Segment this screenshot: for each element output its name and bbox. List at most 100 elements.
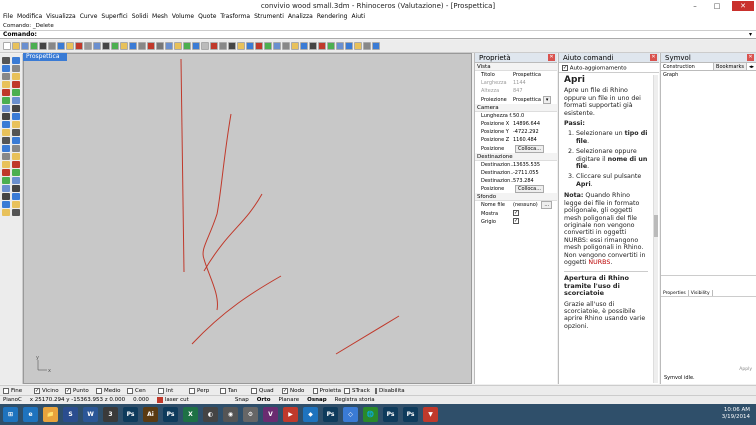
osnap-tan[interactable]: Tan <box>217 387 248 394</box>
toolbar-tool-icon[interactable] <box>255 42 263 50</box>
left-tool-icon[interactable] <box>2 89 10 96</box>
osnap-checkbox[interactable] <box>251 387 257 394</box>
planar-toggle[interactable]: Planare <box>279 397 300 403</box>
left-tool-icon[interactable] <box>2 137 10 144</box>
taskbar-app-icon[interactable]: 🌐 <box>363 407 378 422</box>
osnap-checkbox[interactable] <box>189 387 195 394</box>
tab-visibility[interactable]: Visibility <box>689 290 713 296</box>
toolbar-tool-icon[interactable] <box>210 42 218 50</box>
property-value[interactable]: 14896.644 <box>513 120 557 128</box>
toolbar-tool-icon[interactable] <box>111 42 119 50</box>
menu-item-trasforma[interactable]: Trasforma <box>220 12 250 22</box>
toolbar-tool-icon[interactable] <box>183 42 191 50</box>
toolbar-tool-icon[interactable] <box>66 42 74 50</box>
toolbar-tool-icon[interactable] <box>48 42 56 50</box>
left-tool-icon[interactable] <box>2 161 10 168</box>
menu-item-strumenti[interactable]: Strumenti <box>254 12 284 22</box>
left-tool-icon[interactable] <box>2 177 10 184</box>
osnap-checkbox[interactable] <box>96 387 102 394</box>
left-tool-icon[interactable] <box>2 209 10 216</box>
minimize-button[interactable]: – <box>688 0 702 12</box>
osnap-proietta[interactable]: Proietta <box>310 387 341 394</box>
left-tool-icon[interactable] <box>12 105 20 112</box>
property-value[interactable]: 50.0 <box>513 112 557 120</box>
osnap-toggle[interactable]: Osnap <box>307 397 327 403</box>
ortho-toggle[interactable]: Orto <box>257 397 271 403</box>
snap-toggle[interactable]: Snap <box>235 397 249 403</box>
left-tool-icon[interactable] <box>2 129 10 136</box>
left-tool-icon[interactable] <box>2 121 10 128</box>
property-value[interactable]: Prospettica <box>513 71 557 79</box>
auto-update-checkbox[interactable]: ✓ <box>562 65 568 71</box>
left-tool-icon[interactable] <box>12 73 20 80</box>
toolbar-tool-icon[interactable] <box>30 42 38 50</box>
osnap-checkbox[interactable]: ✓ <box>282 387 288 394</box>
taskbar-app-icon[interactable]: ◉ <box>223 407 238 422</box>
toolbar-tool-icon[interactable] <box>39 42 47 50</box>
toolbar-tool-icon[interactable] <box>201 42 209 50</box>
show-checkbox[interactable]: ✓ <box>513 210 519 217</box>
chevron-down-icon[interactable]: ▾ <box>542 95 552 104</box>
taskbar-app-icon[interactable]: ◆ <box>303 407 318 422</box>
toolbar-tool-icon[interactable] <box>75 42 83 50</box>
toolbar-tool-icon[interactable] <box>291 42 299 50</box>
construction-graph-area[interactable] <box>661 71 756 276</box>
menu-item-visualizza[interactable]: Visualizza <box>46 12 76 22</box>
left-tool-icon[interactable] <box>12 57 20 64</box>
taskbar-app-icon[interactable]: ◇ <box>343 407 358 422</box>
toolbar-tool-icon[interactable] <box>300 42 308 50</box>
left-tool-icon[interactable] <box>12 65 20 72</box>
menu-item-rendering[interactable]: Rendering <box>317 12 348 22</box>
osnap-medio[interactable]: Medio <box>93 387 124 394</box>
toolbar-tool-icon[interactable] <box>363 42 371 50</box>
toolbar-tool-icon[interactable] <box>219 42 227 50</box>
help-scrollbar[interactable] <box>653 75 658 383</box>
toolbar-tool-icon[interactable] <box>147 42 155 50</box>
left-tool-icon[interactable] <box>2 81 10 88</box>
toolbar-tool-icon[interactable] <box>156 42 164 50</box>
left-tool-icon[interactable] <box>2 169 10 176</box>
left-tool-icon[interactable] <box>12 193 20 200</box>
left-tool-icon[interactable] <box>2 97 10 104</box>
left-tool-icon[interactable] <box>2 65 10 72</box>
toolbar-tool-icon[interactable] <box>372 42 380 50</box>
toolbar-tool-icon[interactable] <box>264 42 272 50</box>
apply-button[interactable]: Apply <box>661 367 756 372</box>
toolbar-tool-icon[interactable] <box>138 42 146 50</box>
menu-item-analizza[interactable]: Analizza <box>288 12 313 22</box>
left-tool-icon[interactable] <box>12 121 20 128</box>
osnap-checkbox[interactable]: ✓ <box>34 387 40 394</box>
menu-item-volume[interactable]: Volume <box>172 12 194 22</box>
left-tool-icon[interactable] <box>2 185 10 192</box>
viewport-perspective[interactable]: y x <box>23 53 472 384</box>
osnap-fine[interactable]: Fine <box>0 387 31 394</box>
left-tool-icon[interactable] <box>2 201 10 208</box>
toolbar-tool-icon[interactable] <box>327 42 335 50</box>
osnap-quad[interactable]: Quad <box>248 387 279 394</box>
left-tool-icon[interactable] <box>2 145 10 152</box>
browse-button[interactable]: ... <box>541 201 553 210</box>
menu-item-superfici[interactable]: Superfici <box>101 12 127 22</box>
property-value[interactable]: 13635.535 <box>513 161 557 169</box>
taskbar-app-icon[interactable]: 📁 <box>43 407 58 422</box>
toolbar-tool-icon[interactable] <box>354 42 362 50</box>
menu-item-modifica[interactable]: Modifica <box>17 12 42 22</box>
property-value[interactable]: Prospettica ▾ <box>513 95 557 104</box>
chevron-down-icon[interactable]: ▾ <box>749 31 752 39</box>
left-tool-icon[interactable] <box>2 193 10 200</box>
osnap-checkbox[interactable] <box>158 387 164 394</box>
taskbar-app-icon[interactable]: Ps <box>323 407 338 422</box>
gray-checkbox[interactable]: ✓ <box>513 218 519 225</box>
camera-place-button[interactable]: Colloca... <box>515 144 544 153</box>
osnap-vicino[interactable]: ✓ Vicino <box>31 387 62 394</box>
background-file-value[interactable]: (nessuno) ... <box>513 201 557 210</box>
taskbar-app-icon[interactable]: Ai <box>143 407 158 422</box>
toolbar-tool-icon[interactable] <box>228 42 236 50</box>
toolbar-tool-icon[interactable] <box>84 42 92 50</box>
help-scrollbar-thumb[interactable] <box>654 215 658 237</box>
taskbar-app-icon[interactable]: ◐ <box>203 407 218 422</box>
toolbar-tool-icon[interactable] <box>336 42 344 50</box>
command-line[interactable]: Comando: ▾ <box>0 30 756 39</box>
viewport-tab[interactable]: Prospettica <box>23 53 67 61</box>
osnap-checkbox[interactable] <box>313 387 318 394</box>
